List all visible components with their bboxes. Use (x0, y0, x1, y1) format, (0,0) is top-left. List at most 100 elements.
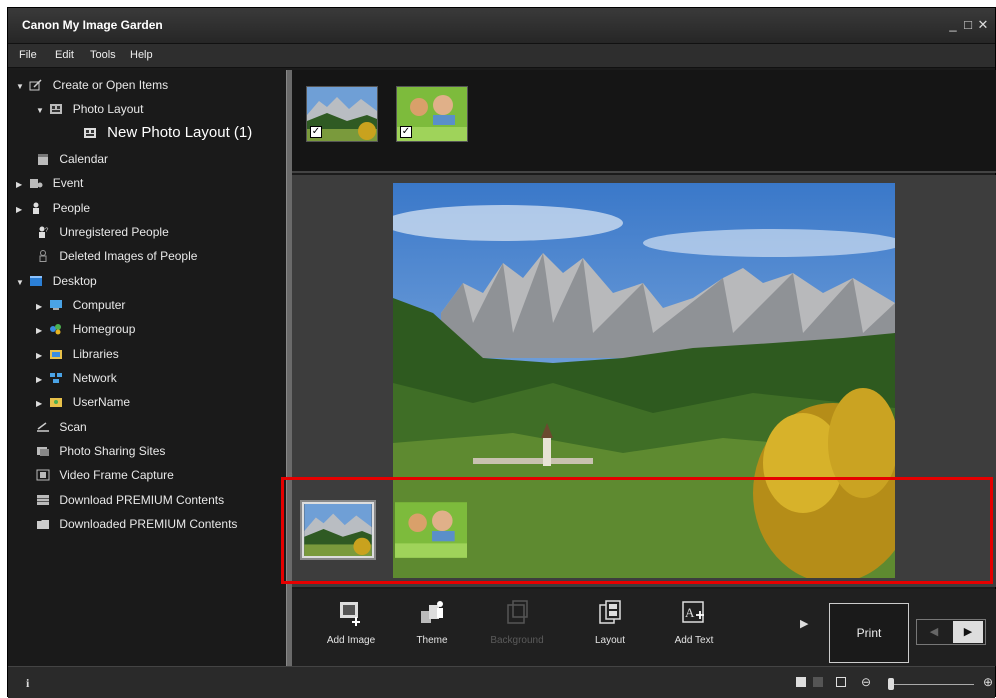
menu-help[interactable]: Help (130, 49, 153, 61)
highlight-frame (281, 477, 993, 584)
layout-button[interactable]: Layout (575, 593, 645, 646)
svg-text:A: A (685, 605, 695, 620)
sidebar-item-network[interactable]: ▶ Network (36, 368, 117, 388)
background-label: Background (490, 635, 544, 646)
event-icon (30, 179, 43, 188)
sidebar-item-label: Photo Sharing Sites (59, 444, 166, 458)
sidebar-item-label: Computer (72, 298, 126, 312)
expanded-arrow-icon[interactable]: ▼ (36, 101, 46, 121)
print-button[interactable]: Print (829, 603, 909, 663)
minimize-button[interactable]: _ (946, 18, 960, 32)
expanded-arrow-icon[interactable]: ▼ (16, 77, 26, 97)
sidebar-item-create-or-open-items[interactable]: ▼ Create or Open Items (16, 75, 168, 95)
sidebar-item-downloaded-premium-contents[interactable]: Downloaded PREMIUM Contents (36, 514, 237, 534)
desktop-icon (30, 276, 43, 286)
add-image-label: Add Image (326, 635, 376, 646)
sidebar-item-label: Unregistered People (59, 225, 169, 239)
homegroup-icon (50, 324, 62, 335)
video-frame-icon (36, 469, 50, 481)
view-mode-icon[interactable] (796, 677, 806, 687)
sidebar-item-unregistered-people[interactable]: ? Unregistered People (36, 222, 169, 242)
app-title: Canon My Image Garden (22, 18, 163, 32)
sidebar-item-label: Photo Layout (72, 102, 144, 116)
expanded-arrow-icon[interactable]: ▼ (16, 273, 26, 293)
photo-layout-icon (50, 104, 63, 114)
more-tools-arrow-icon[interactable]: ▶ (800, 617, 808, 630)
theme-button[interactable]: Theme (397, 593, 467, 646)
next-arrow-icon[interactable]: ▶ (953, 621, 983, 643)
status-bar: i ⊖ ⊕ (8, 666, 995, 698)
title-bar: Canon My Image Garden _ □ ✕ (8, 8, 995, 44)
sidebar-item-video-frame-capture[interactable]: Video Frame Capture (36, 465, 174, 485)
layout-doc-icon (84, 128, 96, 138)
edit-toolbar: Add Image Theme Background Layout A Add … (292, 589, 996, 666)
add-text-button[interactable]: A Add Text (659, 593, 729, 646)
sidebar-item-new-photo-layout[interactable]: New Photo Layout (1) (83, 123, 252, 143)
collapsed-arrow-icon[interactable]: ▶ (16, 200, 26, 220)
sidebar-item-desktop[interactable]: ▼ Desktop (16, 271, 97, 291)
page-navigation: ◀ ▶ (916, 619, 986, 645)
collapsed-arrow-icon[interactable]: ▶ (36, 370, 46, 390)
sidebar-item-username[interactable]: ▶ UserName (36, 392, 130, 412)
sidebar-item-label: Video Frame Capture (59, 468, 174, 482)
sidebar-item-label: Download PREMIUM Contents (59, 493, 225, 507)
collapsed-arrow-icon[interactable]: ▶ (36, 394, 46, 414)
menu-tools[interactable]: Tools (90, 49, 116, 61)
sidebar-item-label: People (52, 201, 91, 215)
app-window: Canon My Image Garden _ □ ✕ File Edit To… (7, 7, 996, 698)
sidebar-item-scan[interactable]: Scan (36, 417, 87, 437)
zoom-out-icon[interactable]: ⊖ (861, 675, 871, 689)
add-image-button[interactable]: Add Image (316, 593, 386, 646)
sidebar-item-libraries[interactable]: ▶ Libraries (36, 344, 119, 364)
sidebar-item-label: Libraries (72, 347, 119, 361)
fit-to-window-icon[interactable] (836, 677, 846, 687)
sidebar-item-photo-sharing-sites[interactable]: Photo Sharing Sites (36, 441, 165, 461)
sidebar-item-photo-layout[interactable]: ▼ Photo Layout (36, 99, 143, 119)
info-icon[interactable]: i (26, 676, 29, 691)
collapsed-arrow-icon[interactable]: ▶ (36, 297, 46, 317)
zoom-in-icon[interactable]: ⊕ (983, 675, 993, 689)
sidebar-item-people[interactable]: ▶ People (16, 198, 90, 218)
selected-image-thumbnail[interactable]: ✓ (306, 86, 378, 142)
network-icon (50, 373, 63, 383)
zoom-slider[interactable] (889, 684, 974, 685)
scan-icon (37, 422, 49, 432)
sidebar-item-event[interactable]: ▶ Event (16, 173, 83, 193)
layout-label: Layout (594, 635, 626, 646)
people-icon (33, 202, 40, 214)
sidebar-item-deleted-images-of-people[interactable]: Deleted Images of People (36, 246, 197, 266)
menu-bar: File Edit Tools Help (8, 44, 995, 68)
previous-arrow-icon[interactable]: ◀ (919, 621, 949, 643)
download-premium-icon (37, 495, 49, 505)
collapsed-arrow-icon[interactable]: ▶ (16, 175, 26, 195)
collapsed-arrow-icon[interactable]: ▶ (36, 321, 46, 341)
deleted-people-icon (39, 250, 47, 262)
background-button[interactable]: Background (482, 593, 552, 646)
computer-icon (50, 300, 63, 310)
create-items-icon (29, 79, 42, 91)
sidebar-item-label: Create or Open Items (52, 78, 169, 92)
maximize-button[interactable]: □ (961, 18, 975, 32)
add-image-icon (340, 602, 360, 626)
libraries-icon (50, 350, 63, 359)
checkbox-checked-icon[interactable]: ✓ (400, 126, 412, 138)
sidebar-item-computer[interactable]: ▶ Computer (36, 295, 125, 315)
selected-image-thumbnail[interactable]: ✓ (396, 86, 468, 142)
sidebar-item-homegroup[interactable]: ▶ Homegroup (36, 319, 135, 339)
layout-icon (599, 600, 621, 624)
checkbox-checked-icon[interactable]: ✓ (310, 126, 322, 138)
close-button[interactable]: ✕ (976, 18, 990, 32)
sidebar-item-label: Desktop (52, 274, 97, 288)
sidebar-item-download-premium-contents[interactable]: Download PREMIUM Contents (36, 490, 224, 510)
sidebar-item-label: Deleted Images of People (59, 249, 198, 263)
view-mode-alt-icon[interactable] (813, 677, 823, 687)
sidebar-item-label: UserName (72, 395, 131, 409)
collapsed-arrow-icon[interactable]: ▶ (36, 346, 46, 366)
sidebar-item-label: Homegroup (72, 322, 136, 336)
menu-edit[interactable]: Edit (55, 49, 74, 61)
menu-file[interactable]: File (19, 49, 37, 61)
zoom-slider-thumb[interactable] (888, 678, 894, 690)
sidebar-item-calendar[interactable]: Calendar (36, 149, 108, 169)
sidebar-item-label: Downloaded PREMIUM Contents (59, 517, 238, 531)
background-icon (507, 600, 528, 624)
